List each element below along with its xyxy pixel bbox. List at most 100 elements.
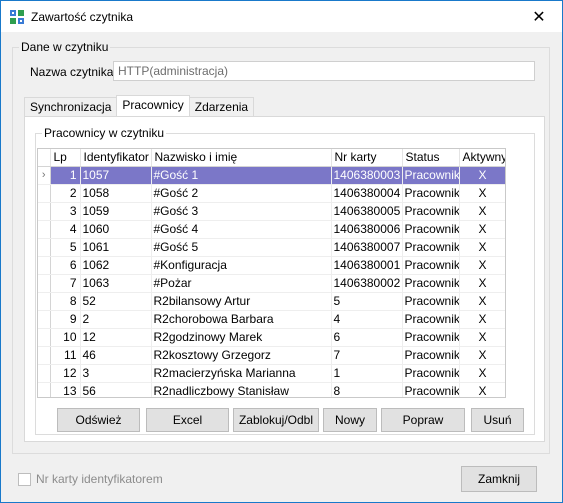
new-button[interactable]: Nowy: [323, 408, 377, 432]
card-as-id-checkbox[interactable]: [18, 472, 31, 486]
employees-grid[interactable]: Lp Identyfikator Nazwisko i imię Nr kart…: [37, 148, 506, 398]
cell-status: Pracownik: [402, 310, 460, 329]
table-row[interactable]: 13 56 R2nadliczbowy Stanisław 8 Pracowni…: [38, 382, 505, 397]
cell-identifier: 1063: [80, 274, 152, 293]
cell-status: Pracownik: [402, 382, 460, 397]
row-indicator: [38, 364, 51, 383]
cell-active: X: [459, 238, 505, 257]
cell-identifier: 56: [80, 382, 152, 397]
table-row[interactable]: 2 1058 #Gość 2 1406380004 Pracownik X: [38, 184, 505, 203]
column-header-name[interactable]: Nazwisko i imię: [151, 149, 332, 167]
cell-card: 1406380003: [331, 166, 403, 185]
cell-card: 1406380002: [331, 274, 403, 293]
row-indicator: [38, 274, 51, 293]
cell-lp: 9: [50, 310, 81, 329]
cell-card: 6: [331, 328, 403, 347]
window-title: Zawartość czytnika: [31, 10, 134, 24]
close-button[interactable]: Zamknij: [461, 466, 537, 492]
cell-card: 1406380005: [331, 202, 403, 221]
row-indicator: [38, 184, 51, 203]
edit-button[interactable]: Popraw: [381, 408, 465, 432]
table-row[interactable]: › 1 1057 #Gość 1 1406380003 Pracownik X: [38, 166, 505, 185]
cell-identifier: 12: [80, 328, 152, 347]
cell-active: X: [459, 310, 505, 329]
cell-lp: 13: [50, 382, 81, 397]
table-row[interactable]: 7 1063 #Pożar 1406380002 Pracownik X: [38, 274, 505, 293]
reader-name-field[interactable]: HTTP(administracja): [113, 61, 535, 81]
card-as-id-checkbox-row[interactable]: Nr karty identyfikatorem: [18, 472, 163, 486]
reader-name-label: Nazwa czytnika: [30, 65, 114, 79]
cell-identifier: 52: [80, 292, 152, 311]
cell-active: X: [459, 166, 505, 185]
cell-active: X: [459, 184, 505, 203]
grid-header-row: Lp Identyfikator Nazwisko i imię Nr kart…: [38, 149, 505, 167]
table-row[interactable]: 12 3 R2macierzyńska Marianna 1 Pracownik…: [38, 364, 505, 383]
column-header-status[interactable]: Status: [402, 149, 460, 167]
excel-button[interactable]: Excel: [146, 408, 229, 432]
cell-active: X: [459, 328, 505, 347]
row-indicator: [38, 220, 51, 239]
cell-status: Pracownik: [402, 346, 460, 365]
cell-lp: 4: [50, 220, 81, 239]
cell-lp: 3: [50, 202, 81, 221]
close-window-button[interactable]: ✕: [516, 1, 562, 32]
cell-name: #Gość 2: [151, 184, 332, 203]
employees-group-legend: Pracownicy w czytniku: [42, 126, 167, 140]
block-unblock-button[interactable]: Zablokuj/Odbl: [233, 408, 319, 432]
cell-active: X: [459, 202, 505, 221]
cell-name: #Konfiguracja: [151, 256, 332, 275]
tab-synchronizacja[interactable]: Synchronizacja: [24, 97, 118, 116]
cell-card: 1406380006: [331, 220, 403, 239]
cell-status: Pracownik: [402, 328, 460, 347]
table-row[interactable]: 4 1060 #Gość 4 1406380006 Pracownik X: [38, 220, 505, 239]
cell-identifier: 1058: [80, 184, 152, 203]
cell-identifier: 46: [80, 346, 152, 365]
cell-active: X: [459, 274, 505, 293]
row-indicator: [38, 346, 51, 365]
cell-identifier: 1060: [80, 220, 152, 239]
table-row[interactable]: 8 52 R2bilansowy Artur 5 Pracownik X: [38, 292, 505, 311]
cell-active: X: [459, 220, 505, 239]
table-row[interactable]: 5 1061 #Gość 5 1406380007 Pracownik X: [38, 238, 505, 257]
cell-status: Pracownik: [402, 292, 460, 311]
column-header-identifier[interactable]: Identyfikator: [80, 149, 152, 167]
tab-pracownicy[interactable]: Pracownicy: [116, 95, 190, 116]
cell-lp: 1: [50, 166, 81, 185]
cell-status: Pracownik: [402, 364, 460, 383]
cell-name: #Gość 3: [151, 202, 332, 221]
table-row[interactable]: 6 1062 #Konfiguracja 1406380001 Pracowni…: [38, 256, 505, 275]
cell-active: X: [459, 364, 505, 383]
row-indicator: [38, 238, 51, 257]
cell-lp: 5: [50, 238, 81, 257]
cell-identifier: 1059: [80, 202, 152, 221]
refresh-button[interactable]: Odśwież: [57, 408, 140, 432]
cell-name: #Gość 1: [151, 166, 332, 185]
cell-active: X: [459, 346, 505, 365]
table-row[interactable]: 10 12 R2godzinowy Marek 6 Pracownik X: [38, 328, 505, 347]
cell-name: R2kosztowy Grzegorz: [151, 346, 332, 365]
cell-status: Pracownik: [402, 274, 460, 293]
tab-zdarzenia[interactable]: Zdarzenia: [188, 97, 255, 116]
column-header-lp[interactable]: Lp: [50, 149, 81, 167]
cell-name: R2bilansowy Artur: [151, 292, 332, 311]
cell-identifier: 1061: [80, 238, 152, 257]
cell-card: 1406380007: [331, 238, 403, 257]
cell-status: Pracownik: [402, 256, 460, 275]
cell-identifier: 1062: [80, 256, 152, 275]
column-header-card[interactable]: Nr karty: [331, 149, 403, 167]
row-indicator: [38, 202, 51, 221]
column-header-active[interactable]: Aktywny: [459, 149, 505, 167]
table-row[interactable]: 9 2 R2chorobowa Barbara 4 Pracownik X: [38, 310, 505, 329]
cell-lp: 7: [50, 274, 81, 293]
table-row[interactable]: 11 46 R2kosztowy Grzegorz 7 Pracownik X: [38, 346, 505, 365]
cell-status: Pracownik: [402, 166, 460, 185]
cell-card: 7: [331, 346, 403, 365]
reader-data-legend: Dane w czytniku: [19, 40, 111, 54]
cell-card: 1: [331, 364, 403, 383]
table-row[interactable]: 3 1059 #Gość 3 1406380005 Pracownik X: [38, 202, 505, 221]
cell-name: R2godzinowy Marek: [151, 328, 332, 347]
delete-button[interactable]: Usuń: [471, 408, 524, 432]
dialog-window: Zawartość czytnika ✕ Dane w czytniku Naz…: [0, 0, 563, 503]
cell-name: #Pożar: [151, 274, 332, 293]
tab-strip: Synchronizacja Pracownicy Zdarzenia: [24, 95, 255, 116]
